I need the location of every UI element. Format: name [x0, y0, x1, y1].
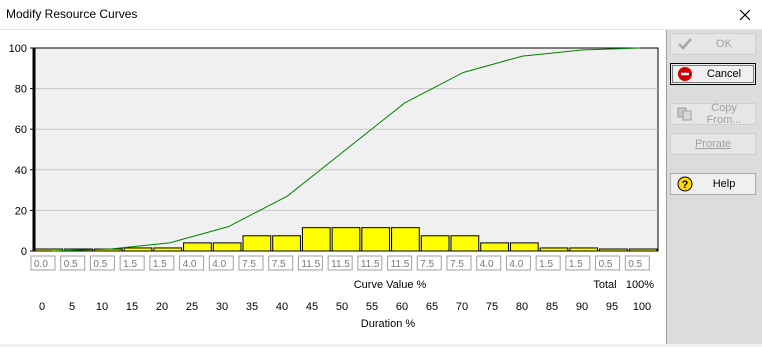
- prorate-label: Prorate: [694, 138, 732, 150]
- help-icon: ?: [677, 176, 693, 192]
- duration-tick-label: 40: [276, 301, 288, 313]
- curve-value-label: 11.5: [301, 259, 320, 270]
- curve-value-label: 0.5: [599, 259, 613, 270]
- curve-bar: [450, 235, 480, 252]
- total-label: Total: [593, 279, 616, 291]
- curve-value-label: 0.5: [93, 259, 107, 270]
- curve-bar: [123, 247, 153, 252]
- y-tick-label: 40: [15, 165, 27, 177]
- curve-value-label: 0.0: [34, 259, 48, 270]
- curve-value-label: 0.5: [64, 259, 78, 270]
- curve-value-label: 4.0: [480, 259, 494, 270]
- duration-tick-label: 5: [69, 301, 75, 313]
- duration-tick-label: 60: [396, 301, 408, 313]
- curve-value-label: 1.5: [539, 259, 553, 270]
- curve-value-label: 1.5: [569, 259, 583, 270]
- duration-tick-label: 50: [336, 301, 348, 313]
- curve-bar: [420, 235, 450, 252]
- close-button[interactable]: [728, 0, 762, 29]
- duration-tick-label: 35: [246, 301, 258, 313]
- curve-bar: [331, 227, 361, 252]
- duration-tick-label: 10: [96, 301, 108, 313]
- svg-text:?: ?: [682, 179, 689, 191]
- duration-tick-label: 95: [606, 301, 618, 313]
- window-title: Modify Resource Curves: [6, 7, 138, 21]
- title-bar: Modify Resource Curves: [0, 0, 762, 30]
- copy-from-button[interactable]: Copy From...: [670, 102, 756, 126]
- curve-bar: [183, 242, 212, 252]
- curve-bar: [599, 248, 628, 252]
- copy-icon: [677, 106, 693, 122]
- curve-bar: [272, 235, 301, 252]
- duration-tick-label: 80: [516, 301, 528, 313]
- cancel-icon: [677, 66, 693, 82]
- curve-bar: [509, 242, 539, 252]
- cancel-button[interactable]: Cancel: [670, 63, 756, 85]
- chart-panel: 100 80 60 40 20 0 0.0 0.5 0.5 1.5 1.5 4.0 4.0 7.5 7.5 1…: [0, 30, 667, 344]
- curve-value-label: 7.5: [242, 259, 256, 270]
- duration-caption: Duration %: [361, 318, 416, 330]
- button-sidebar: OK Cancel Copy From... Prorate ? Help: [667, 30, 762, 344]
- curve-value-label: 7.5: [450, 259, 464, 270]
- y-tick-label: 0: [21, 246, 27, 258]
- curve-bar: [301, 227, 331, 252]
- help-button[interactable]: ? Help: [670, 173, 756, 195]
- curve-bar: [628, 248, 658, 252]
- curve-bar: [242, 235, 272, 252]
- duration-tick-label: 65: [426, 301, 438, 313]
- curve-value-label: 1.5: [123, 259, 137, 270]
- y-tick-label: 80: [15, 84, 27, 96]
- duration-tick-label: 45: [306, 301, 318, 313]
- curve-value-label: 11.5: [361, 259, 380, 270]
- duration-tick-label: 20: [156, 301, 168, 313]
- checkmark-icon: [677, 36, 693, 52]
- curve-bar: [569, 247, 599, 252]
- duration-tick-label: 0: [39, 301, 45, 313]
- curve-value-label: 7.5: [272, 259, 286, 270]
- curve-bar: [212, 242, 242, 252]
- curve-bar: [361, 227, 391, 252]
- curve-value-label: 0.5: [628, 259, 642, 270]
- curve-value-label: 4.0: [509, 259, 523, 270]
- curve-value-label: 7.5: [420, 259, 434, 270]
- duration-tick-label: 70: [456, 301, 468, 313]
- duration-tick-label: 25: [186, 301, 198, 313]
- curve-bar: [480, 242, 509, 252]
- y-tick-label: 20: [15, 205, 27, 217]
- duration-tick-label: 15: [126, 301, 138, 313]
- ok-label: OK: [716, 38, 732, 50]
- y-tick-label: 60: [15, 124, 27, 136]
- curve-bar: [153, 247, 183, 252]
- prorate-button[interactable]: Prorate: [670, 133, 756, 155]
- duration-tick-label: 85: [546, 301, 558, 313]
- duration-tick-label: 100: [633, 301, 651, 313]
- ok-button[interactable]: OK: [670, 33, 756, 55]
- close-icon: [739, 9, 751, 20]
- total-value: 100%: [626, 279, 654, 291]
- copy-from-label: Copy From...: [706, 102, 742, 126]
- duration-tick-label: 75: [486, 301, 498, 313]
- duration-tick-label: 55: [366, 301, 378, 313]
- curve-value-label: 1.5: [153, 259, 167, 270]
- resource-curve-chart: 1008060402000.0 0.5 0.5 1.5 1.5 4.0 4.0 7.5 7.5 1…: [9, 43, 659, 330]
- help-label: Help: [712, 178, 736, 190]
- duration-tick-label: 90: [576, 301, 588, 313]
- curve-value-label: 11.5: [331, 259, 350, 270]
- curve-value-label: 4.0: [183, 259, 197, 270]
- curve-value-label: 11.5: [391, 259, 410, 270]
- curve-value-label: 4.0: [212, 259, 226, 270]
- y-tick-label: 100: [9, 43, 27, 55]
- cancel-label: Cancel: [706, 68, 742, 80]
- curve-bar: [539, 247, 569, 252]
- curve-value-caption: Curve Value %: [354, 279, 427, 291]
- duration-tick-label: 30: [216, 301, 228, 313]
- curve-bar: [391, 227, 420, 252]
- dialog-body: 100 80 60 40 20 0 0.0 0.5 0.5 1.5 1.5 4.0 4.0 7.5 7.5 1…: [0, 30, 762, 344]
